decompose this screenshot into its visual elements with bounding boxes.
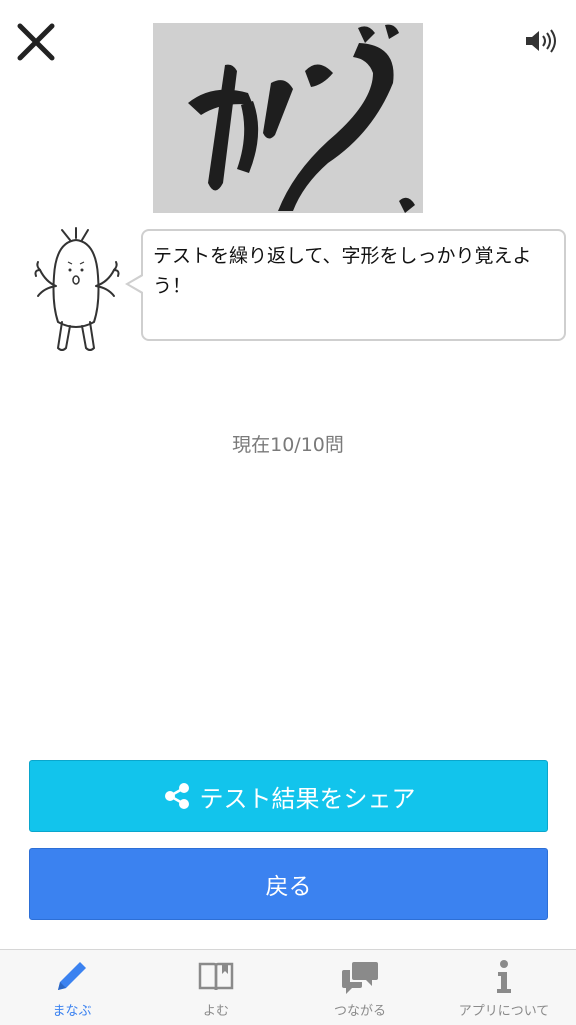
character-image [153,23,423,213]
speech-bubble-text: テストを繰り返して、字形をしっかり覚えよう！ [153,245,532,297]
close-icon [17,23,55,61]
mascot-illustration [32,226,122,356]
progress-text: 現在10/10問 [232,434,344,456]
book-icon [198,962,234,991]
pencil-icon [58,962,86,990]
share-results-button[interactable]: テスト結果をシェア [29,760,548,832]
tab-label: つながる [333,1004,386,1019]
tab-label: アプリについて [458,1004,550,1019]
tab-label: まなぶ [52,1004,92,1019]
speech-bubble: テストを繰り返して、字形をしっかり覚えよう！ [141,229,566,341]
back-button-label: 戻る [265,874,312,900]
share-icon [164,783,189,809]
sound-button[interactable] [522,26,562,56]
tab-yomu[interactable]: よむ [144,950,288,1025]
tab-bar: まなぶ よむ つながる アプリについて [0,949,576,1025]
tab-label: よむ [202,1004,229,1019]
share-button-label: テスト結果をシェア [199,784,416,813]
info-icon [497,960,511,993]
speaker-icon [526,29,556,53]
chat-bubbles-icon [342,962,378,994]
tab-tsunagaru[interactable]: つながる [288,950,432,1025]
tab-manabu[interactable]: まなぶ [0,950,144,1025]
close-button[interactable] [14,20,58,64]
back-button[interactable]: 戻る [29,848,548,920]
tab-about-app[interactable]: アプリについて [432,950,576,1025]
